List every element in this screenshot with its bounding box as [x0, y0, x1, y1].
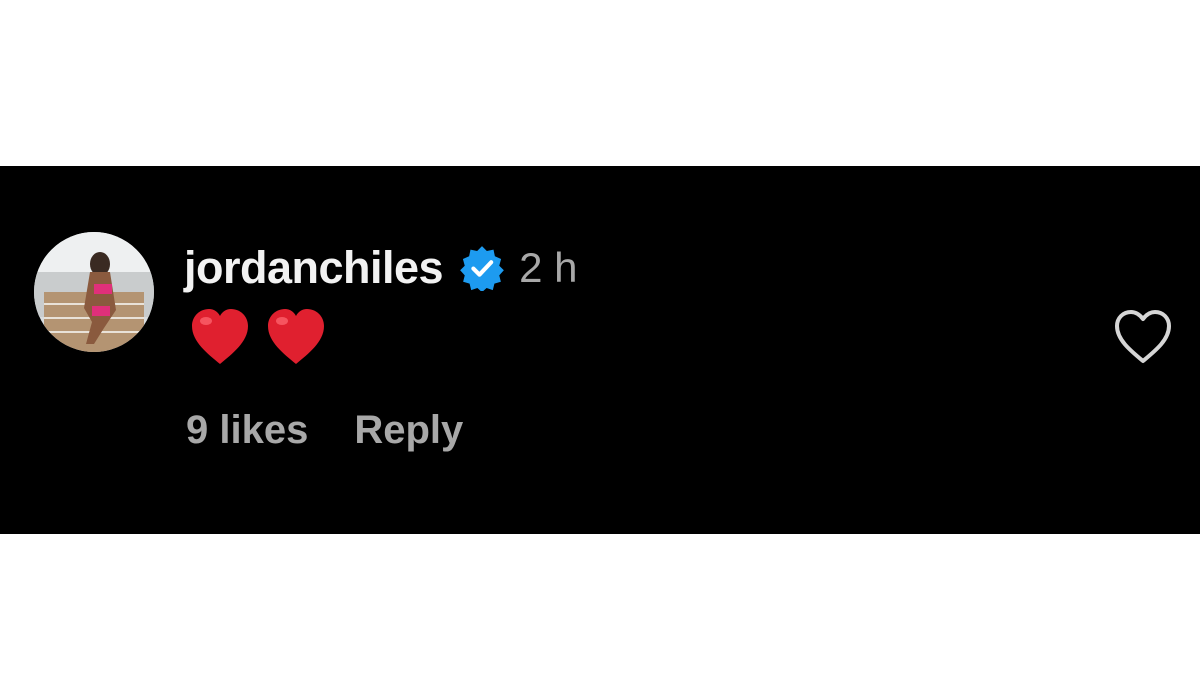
comment-text — [188, 304, 340, 370]
like-button[interactable] — [1112, 308, 1174, 366]
comment-header: jordanchiles 2 h — [184, 238, 577, 298]
heart-outline-icon — [1115, 310, 1171, 363]
red-heart-emoji-icon — [192, 309, 248, 364]
avatar[interactable] — [34, 232, 154, 352]
timestamp: 2 h — [519, 244, 578, 291]
verified-badge-icon — [459, 245, 505, 293]
username[interactable]: jordanchiles — [184, 242, 444, 294]
comment-actions: 9 likes Reply — [186, 402, 463, 458]
page: jordanchiles 2 h 9 likes Reply — [0, 0, 1200, 700]
comment: jordanchiles 2 h 9 likes Reply — [0, 166, 1200, 534]
reply-button[interactable]: Reply — [354, 408, 463, 453]
avatar-photo — [34, 232, 154, 352]
red-heart-emoji-icon — [268, 309, 324, 364]
likes-count[interactable]: 9 likes — [186, 408, 308, 453]
